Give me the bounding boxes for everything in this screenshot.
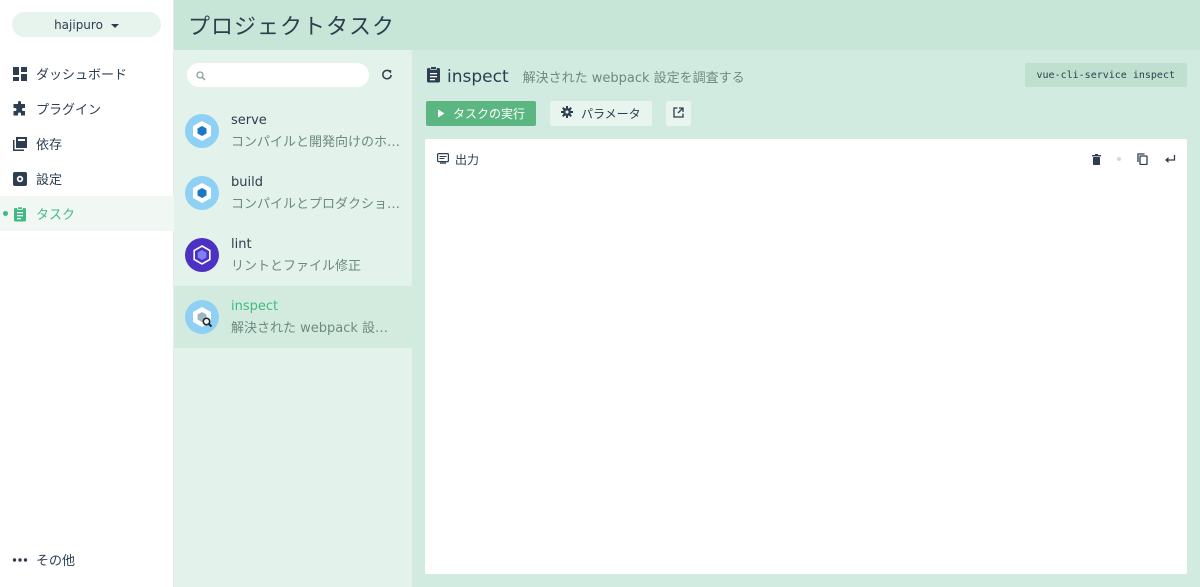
separator-dot: [1117, 157, 1121, 161]
task-detail-panel: inspect 解決された webpack 設定を調査する vue-cli-se…: [412, 50, 1200, 587]
eslint-icon: [185, 238, 219, 272]
search-box[interactable]: [187, 63, 369, 87]
task-name: build: [231, 174, 263, 190]
play-icon: [437, 107, 445, 121]
task-name: lint: [231, 236, 252, 252]
sidebar-item-dependencies[interactable]: 依存: [0, 126, 174, 161]
task-item-build[interactable]: build コンパイルとプロダクショ…: [174, 162, 412, 224]
task-name: inspect: [231, 298, 279, 314]
webpack-icon: [185, 114, 219, 148]
command-badge: vue-cli-service inspect: [1024, 63, 1187, 87]
task-title: inspect 解決された webpack 設定を調査する: [426, 66, 745, 87]
terminal-icon: [437, 152, 450, 167]
chevron-down-icon: [110, 23, 119, 28]
gear-icon: [12, 171, 28, 187]
sidebar-item-label: タスク: [36, 208, 76, 223]
sidebar-item-label: その他: [36, 554, 76, 569]
library-icon: [12, 136, 28, 152]
active-indicator: [3, 211, 8, 216]
task-name: inspect: [447, 66, 509, 87]
sidebar: hajipuro ダッシュボード プラグイン 依存 設定 タスク その他: [0, 0, 174, 587]
sidebar-item-plugins[interactable]: プラグイン: [0, 91, 174, 126]
search-input[interactable]: [212, 68, 362, 82]
project-selector[interactable]: hajipuro: [12, 12, 161, 37]
task-description: 解決された webpack 設定を調査する: [522, 71, 745, 86]
task-list: serve コンパイルと開発向けのホ… build コンパイルとプロダクショ… …: [174, 100, 412, 348]
task-list-panel: serve コンパイルと開発向けのホ… build コンパイルとプロダクショ… …: [174, 50, 412, 587]
webpack-inspect-icon: [185, 300, 219, 334]
task-description: コンパイルと開発向けのホ…: [231, 134, 401, 150]
sidebar-item-label: プラグイン: [36, 103, 102, 118]
output-label: 出力: [455, 153, 480, 167]
webpack-icon: [185, 176, 219, 210]
task-item-lint[interactable]: lint リントとファイル修正: [174, 224, 412, 286]
page-header: プロジェクトタスク: [174, 0, 1200, 50]
sidebar-item-label: ダッシュボード: [36, 68, 128, 83]
sidebar-nav: ダッシュボード プラグイン 依存 設定 タスク: [0, 56, 174, 231]
run-task-button[interactable]: タスクの実行: [426, 101, 537, 126]
task-toolbar: タスクの実行 パラメータ: [426, 101, 691, 126]
sidebar-item-tasks[interactable]: タスク: [0, 196, 174, 231]
page-title: プロジェクトタスク: [188, 15, 396, 40]
parameters-button[interactable]: パラメータ: [550, 101, 652, 126]
clipboard-icon: [426, 66, 441, 87]
search-icon: [196, 66, 206, 85]
task-description: 解決された webpack 設定…: [231, 320, 401, 336]
more-horizontal-icon: [12, 552, 28, 568]
sidebar-item-label: 依存: [36, 138, 63, 153]
task-description: リントとファイル修正: [231, 258, 362, 274]
run-task-label: タスクの実行: [453, 107, 526, 121]
project-name: hajipuro: [54, 17, 103, 32]
parameters-label: パラメータ: [581, 107, 641, 121]
copy-icon[interactable]: [1135, 152, 1149, 166]
trash-icon[interactable]: [1089, 152, 1103, 166]
sidebar-item-dashboard[interactable]: ダッシュボード: [0, 56, 174, 91]
external-link-icon: [673, 106, 684, 121]
wrap-lines-icon[interactable]: [1163, 152, 1177, 166]
gear-icon: [561, 106, 574, 121]
output-actions: [1089, 152, 1177, 166]
task-item-inspect[interactable]: inspect 解決された webpack 設定…: [174, 286, 412, 348]
sidebar-item-more[interactable]: その他: [0, 542, 174, 577]
sidebar-item-label: 設定: [36, 173, 63, 188]
sidebar-item-settings[interactable]: 設定: [0, 161, 174, 196]
output-panel: 出力: [425, 139, 1187, 574]
task-description: コンパイルとプロダクショ…: [231, 196, 401, 212]
dashboard-icon: [12, 66, 28, 82]
output-header: 出力: [437, 151, 479, 168]
sidebar-footer: その他: [0, 542, 174, 577]
clipboard-icon: [12, 205, 28, 222]
refresh-button[interactable]: [378, 66, 396, 84]
task-name: serve: [231, 112, 267, 128]
open-external-button[interactable]: [665, 101, 691, 126]
task-item-serve[interactable]: serve コンパイルと開発向けのホ…: [174, 100, 412, 162]
puzzle-icon: [12, 100, 28, 117]
refresh-icon: [382, 69, 392, 80]
